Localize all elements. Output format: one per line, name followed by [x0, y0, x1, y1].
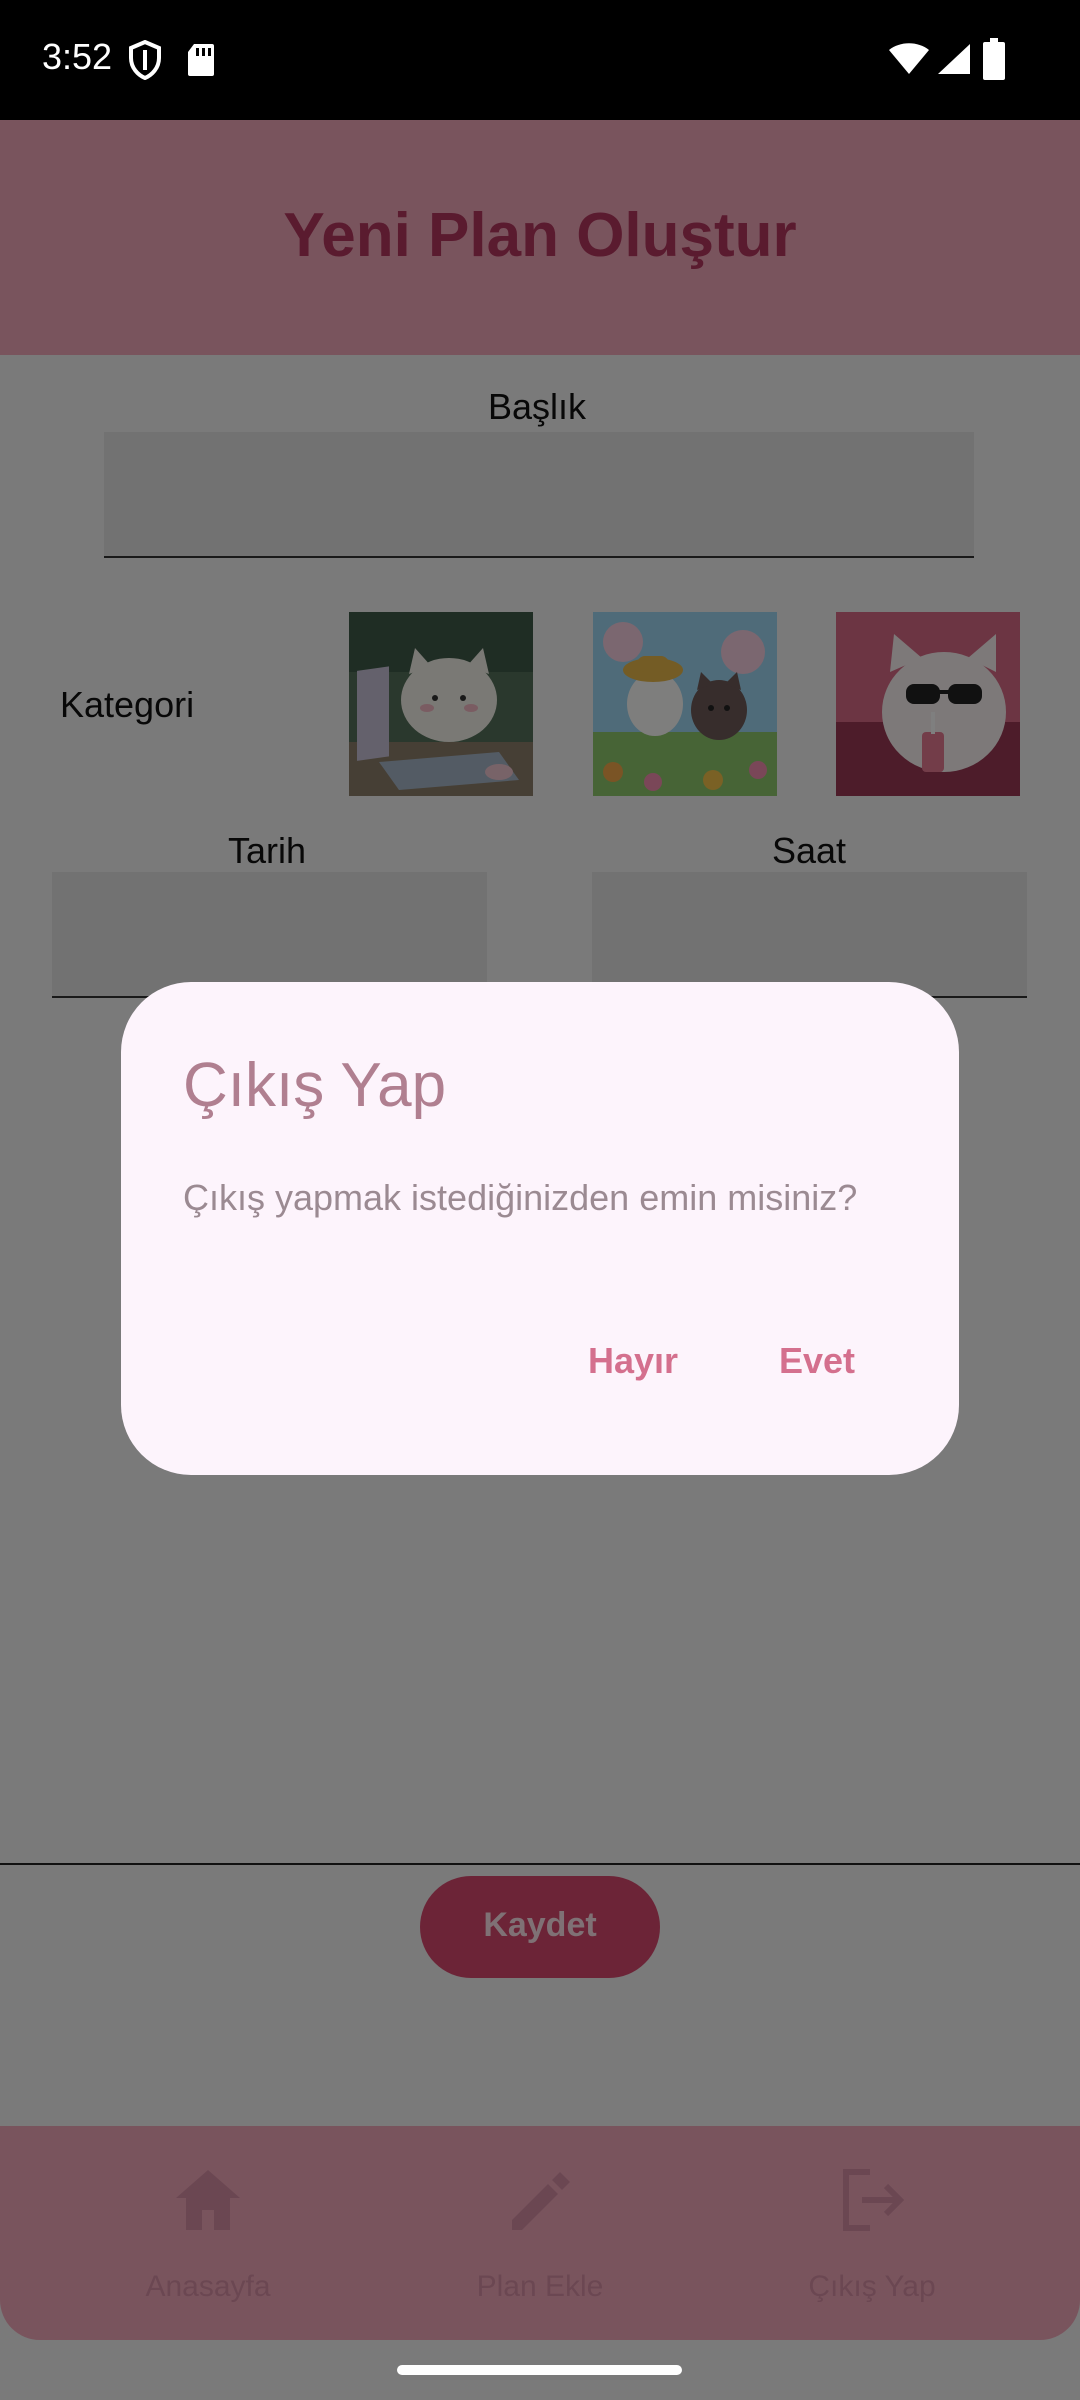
dialog-message: Çıkış yapmak istediğinizden emin misiniz… — [183, 1177, 858, 1218]
confirm-button[interactable]: Evet — [755, 1322, 879, 1402]
status-time: 3:52 — [42, 36, 113, 77]
status-bar: 3:52 — [0, 0, 1080, 120]
home-indicator[interactable] — [397, 2365, 682, 2375]
logout-dialog: Çıkış Yap Çıkış yapmak istediğinizden em… — [121, 982, 959, 1475]
sd-card-icon — [188, 44, 214, 76]
battery-icon — [983, 38, 1005, 80]
dialog-title: Çıkış Yap — [183, 1051, 447, 1120]
wifi-icon — [889, 43, 929, 74]
shield-icon — [129, 40, 161, 80]
cellular-signal-icon — [938, 44, 970, 74]
cancel-button[interactable]: Hayır — [565, 1322, 701, 1402]
